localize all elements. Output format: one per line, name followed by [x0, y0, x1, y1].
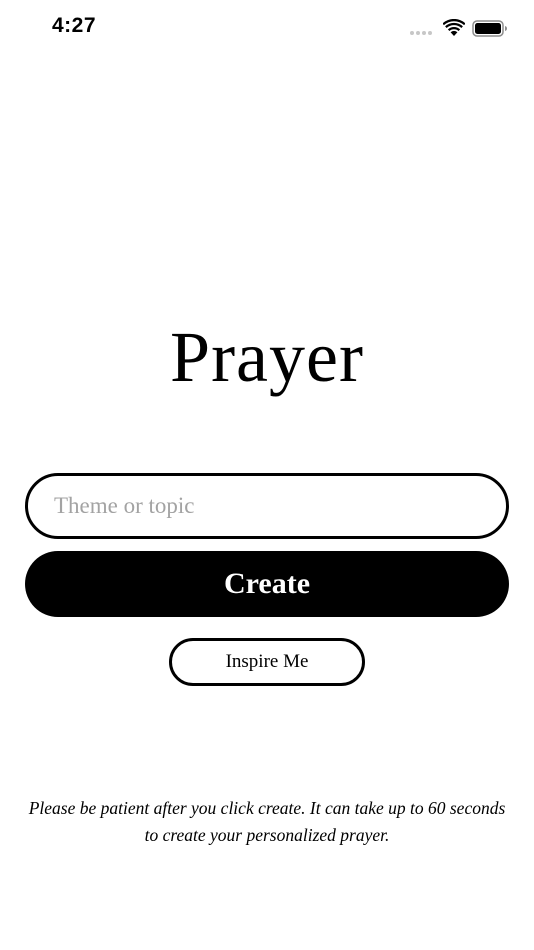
create-button[interactable]: Create: [25, 551, 509, 617]
signal-dots-icon: [410, 31, 432, 35]
status-bar: 4:27: [0, 0, 534, 60]
patience-notice: Please be patient after you click create…: [28, 798, 506, 845]
wifi-icon: [443, 19, 465, 36]
status-time: 4:27: [52, 14, 97, 37]
topic-input[interactable]: [25, 473, 509, 539]
inspire-me-button[interactable]: Inspire Me: [169, 638, 365, 686]
page-title: Prayer: [170, 317, 364, 397]
battery-icon: [472, 20, 507, 37]
